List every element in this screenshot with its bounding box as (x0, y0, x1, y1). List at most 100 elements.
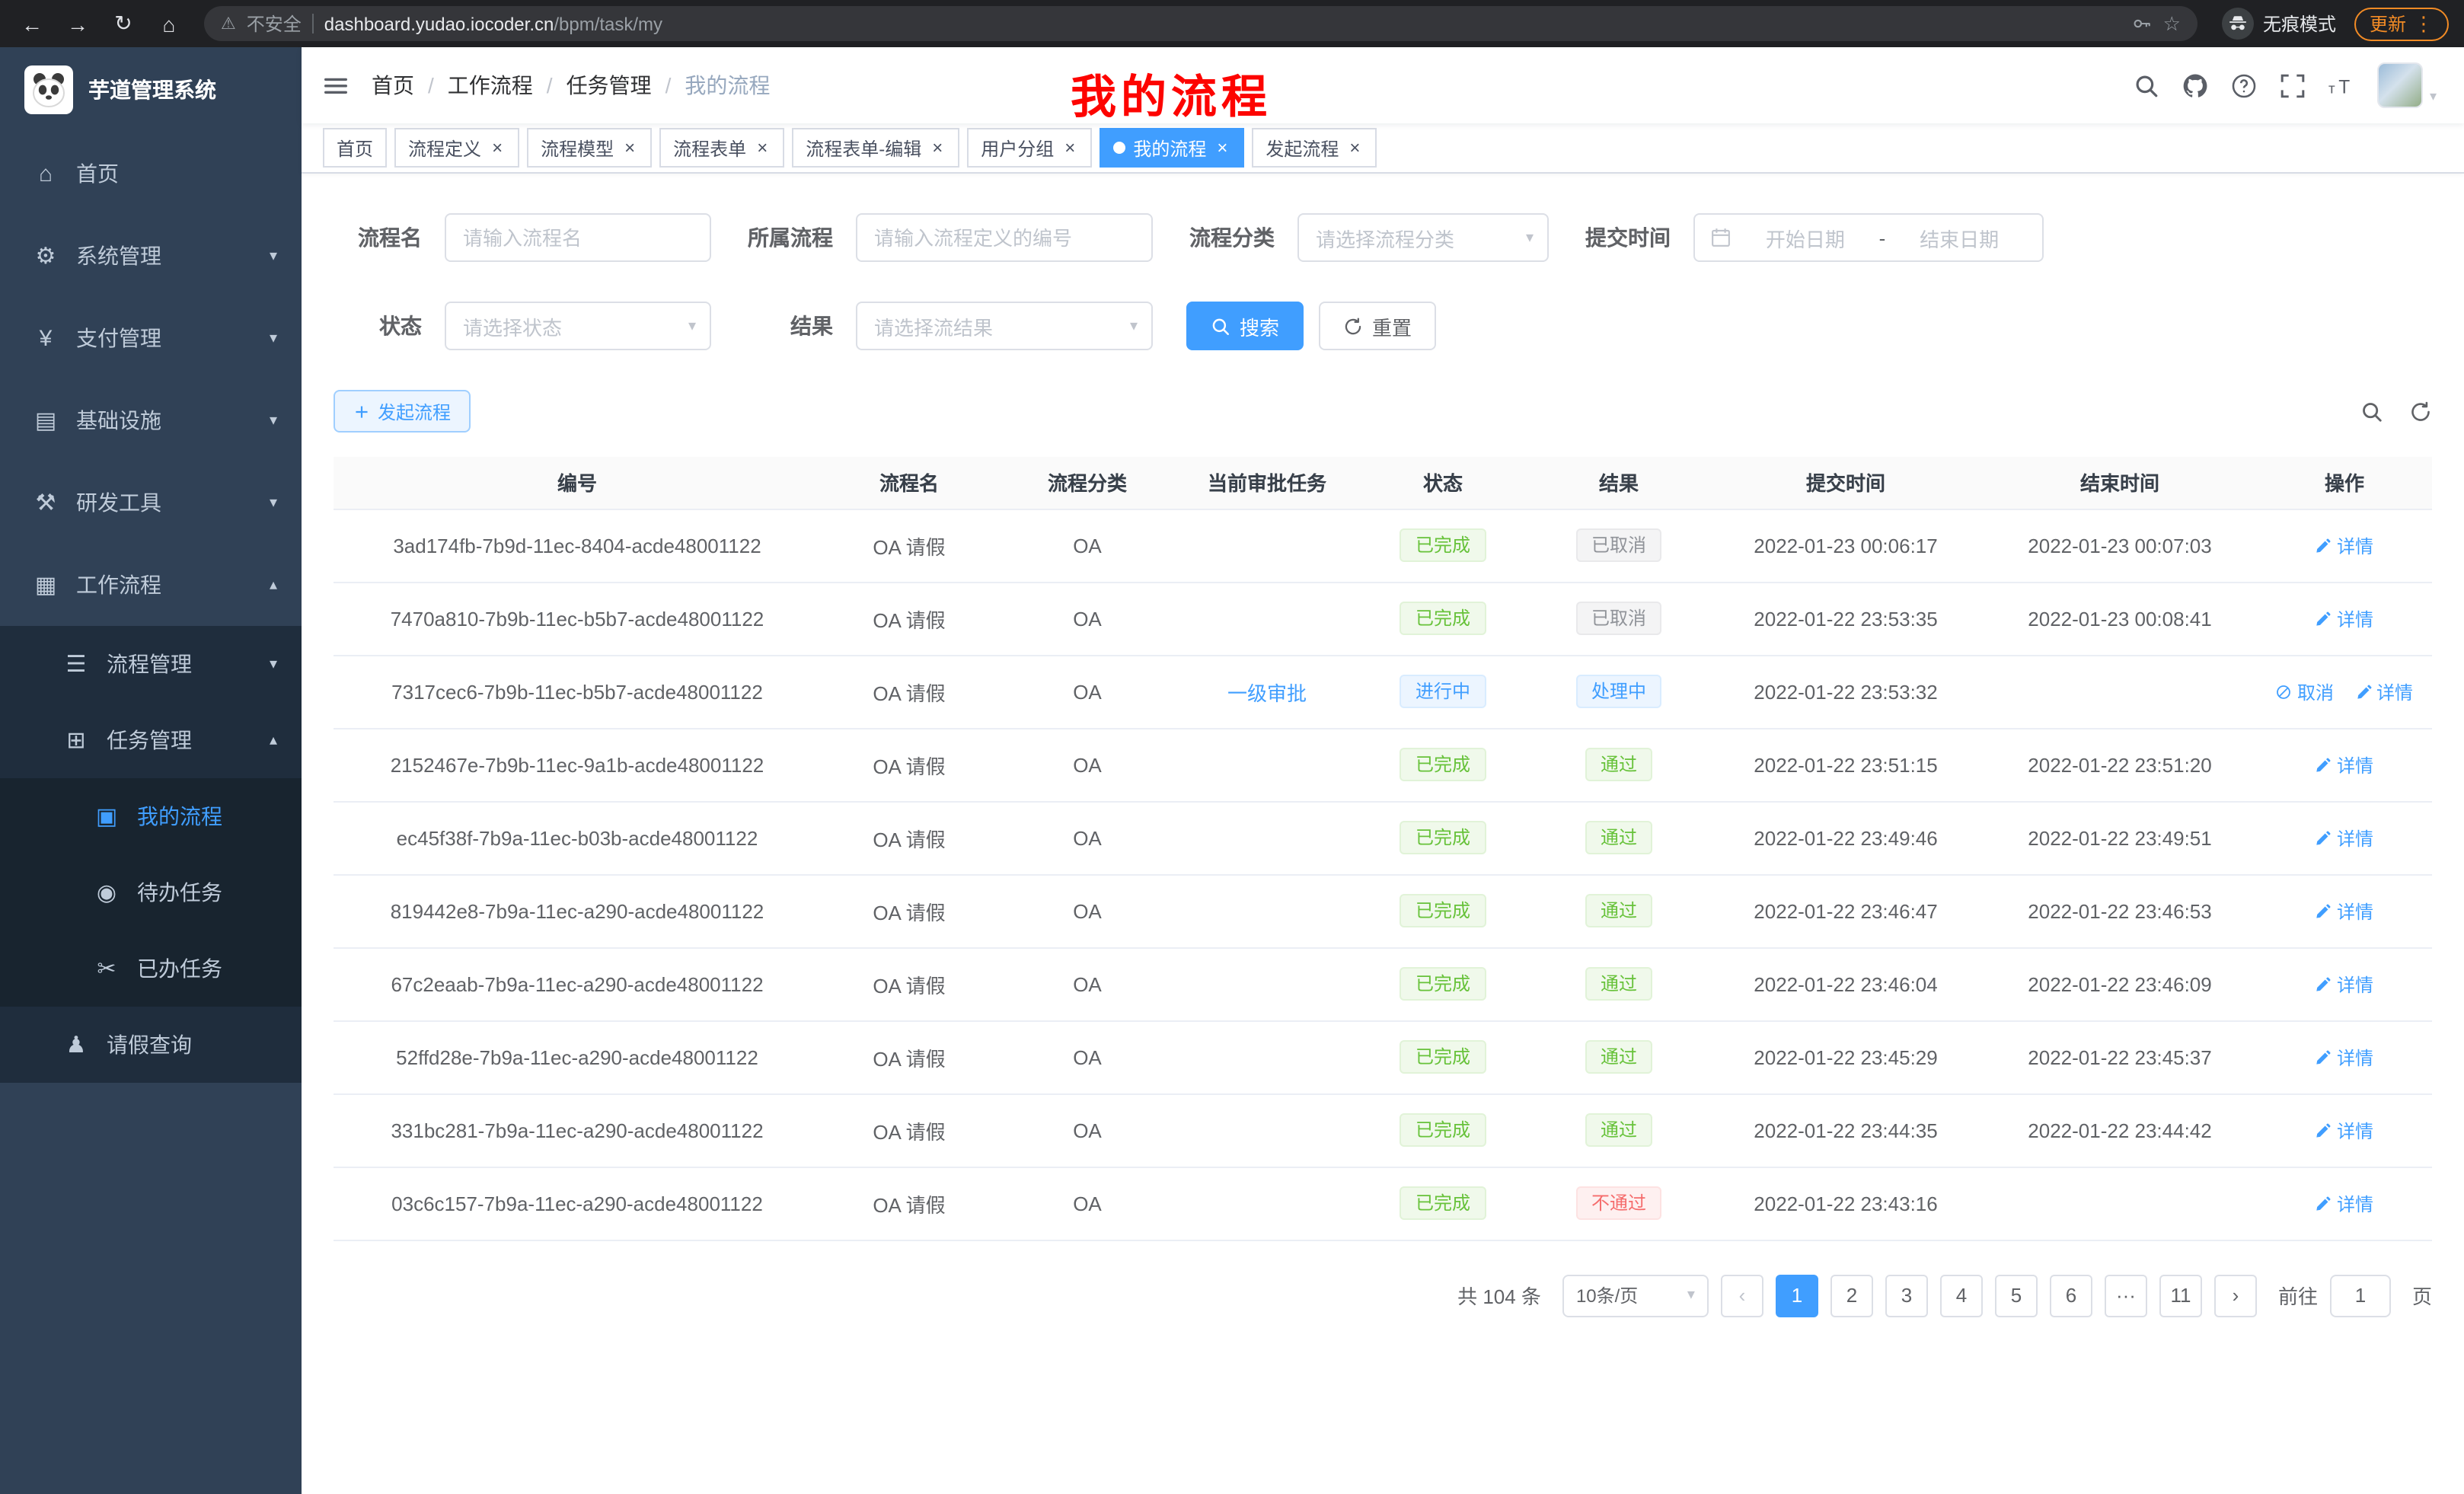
page-button-5[interactable]: 5 (1995, 1274, 2038, 1317)
close-icon[interactable]: × (621, 137, 638, 158)
cell-process-name: OA 请假 (821, 874, 997, 947)
detail-link[interactable]: 详情 (2316, 1190, 2373, 1216)
search-button[interactable]: 搜索 (1186, 302, 1304, 350)
sidebar-item-home[interactable]: ⌂首页 (0, 132, 302, 215)
cell-process-name: OA 请假 (821, 1167, 997, 1240)
user-avatar[interactable]: ▾ (2378, 62, 2437, 108)
filter-category: 流程分类 请选择流程分类 ▾ (1186, 213, 1549, 262)
table-row: 7317cec6-7b9b-11ec-b5b7-acde48001122OA 请… (334, 655, 2432, 728)
detail-link[interactable]: 详情 (2316, 532, 2373, 558)
close-icon[interactable]: × (754, 137, 771, 158)
breadcrumb-item[interactable]: 工作流程 (448, 70, 533, 101)
tab-process-form[interactable]: 流程表单× (659, 128, 784, 168)
end-date-placeholder[interactable]: 结束日期 (1891, 223, 2027, 252)
close-icon[interactable]: × (1214, 137, 1230, 158)
detail-link[interactable]: 详情 (2316, 898, 2373, 924)
status-badge: 已完成 (1400, 821, 1486, 854)
tab-start-process[interactable]: 发起流程× (1252, 128, 1377, 168)
sidebar-item-leave-query[interactable]: ♟请假查询 (0, 1007, 302, 1083)
page-size-select[interactable]: 10条/页▾ (1562, 1274, 1709, 1317)
more-pages-button[interactable]: ··· (2105, 1274, 2147, 1317)
detail-link[interactable]: 详情 (2316, 971, 2373, 997)
prev-page-button[interactable]: ‹ (1721, 1274, 1763, 1317)
process-key-input[interactable] (856, 213, 1153, 262)
reload-icon[interactable]: ↻ (107, 7, 140, 40)
sidebar-item-payment[interactable]: ¥支付管理▾ (0, 297, 302, 379)
result-select[interactable]: 请选择流结果 ▾ (856, 302, 1153, 350)
process-name-input[interactable] (445, 213, 711, 262)
detail-link[interactable]: 详情 (2316, 752, 2373, 777)
detail-link[interactable]: 详情 (2316, 825, 2373, 851)
tab-process-definition[interactable]: 流程定义× (394, 128, 519, 168)
sidebar-item-workflow[interactable]: ▦工作流程▴ (0, 544, 302, 626)
app-logo[interactable]: 芋道管理系统 (0, 47, 302, 132)
chevron-down-icon: ▾ (270, 494, 277, 511)
tab-process-model[interactable]: 流程模型× (527, 128, 652, 168)
security-label[interactable]: 不安全 (247, 11, 302, 37)
detail-link[interactable]: 详情 (2316, 1044, 2373, 1070)
sidebar-item-done-task[interactable]: ✂已办任务 (0, 931, 302, 1007)
address-bar[interactable]: ⚠ 不安全 dashboard.yudao.iocoder.cn/bpm/tas… (204, 6, 2197, 41)
search-icon[interactable] (2134, 72, 2160, 98)
update-button[interactable]: 更新 ⋮ (2354, 7, 2449, 40)
page-button-4[interactable]: 4 (1940, 1274, 1983, 1317)
sidebar-item-todo-task[interactable]: ◉待办任务 (0, 854, 302, 931)
sidebar-item-my-process[interactable]: ▣我的流程 (0, 778, 302, 854)
browser-home-icon[interactable]: ⌂ (152, 7, 186, 40)
goto-page-input[interactable] (2330, 1274, 2391, 1317)
category-select[interactable]: 请选择流程分类 ▾ (1297, 213, 1549, 262)
refresh-table-button[interactable] (2409, 400, 2432, 423)
field-label: 所属流程 (745, 222, 833, 253)
cell-category: OA (997, 1093, 1177, 1167)
reset-button[interactable]: 重置 (1319, 302, 1436, 350)
sidebar-item-devtools[interactable]: ⚒研发工具▾ (0, 461, 302, 544)
action-label: 详情 (2337, 825, 2373, 851)
close-icon[interactable]: × (1346, 137, 1363, 158)
menu-dots-icon[interactable]: ⋮ (2414, 11, 2434, 36)
page-button-11[interactable]: 11 (2159, 1274, 2202, 1317)
page-button-3[interactable]: 3 (1885, 1274, 1928, 1317)
fullscreen-icon[interactable] (2280, 72, 2306, 98)
detail-link[interactable]: 详情 (2355, 678, 2413, 704)
forward-icon[interactable]: → (61, 7, 94, 40)
create-process-button[interactable]: 发起流程 (334, 390, 471, 433)
infra-icon: ▤ (30, 407, 61, 434)
sidebar-item-task-management[interactable]: ⊞任务管理▴ (0, 702, 302, 778)
help-icon[interactable] (2232, 72, 2258, 98)
current-task-link[interactable]: 一级审批 (1227, 682, 1307, 704)
breadcrumb-item[interactable]: 任务管理 (567, 70, 652, 101)
tab-user-group[interactable]: 用户分组× (967, 128, 1092, 168)
status-select[interactable]: 请选择状态 ▾ (445, 302, 711, 350)
github-icon[interactable] (2183, 72, 2209, 98)
sidebar-item-process-management[interactable]: ☰流程管理▾ (0, 626, 302, 702)
back-icon[interactable]: ← (15, 7, 49, 40)
close-icon[interactable]: × (1061, 137, 1078, 158)
page-button-6[interactable]: 6 (2050, 1274, 2092, 1317)
sidebar-item-label: 系统管理 (76, 241, 302, 271)
start-date-placeholder[interactable]: 开始日期 (1738, 223, 1873, 252)
hamburger-icon[interactable] (323, 74, 349, 97)
cell-id: 819442e8-7b9a-11ec-a290-acde48001122 (334, 874, 821, 947)
close-icon[interactable]: × (489, 137, 506, 158)
cancel-link[interactable]: 取消 (2276, 678, 2334, 704)
page-button-2[interactable]: 2 (1830, 1274, 1873, 1317)
detail-link[interactable]: 详情 (2316, 605, 2373, 631)
cell-submit-time: 2022-01-22 23:53:32 (1709, 655, 1983, 728)
sidebar-item-system[interactable]: ⚙系统管理▾ (0, 215, 302, 297)
breadcrumb-item[interactable]: 首页 (372, 70, 414, 101)
tab-home[interactable]: 首页 (323, 128, 387, 168)
key-icon[interactable] (2133, 14, 2153, 34)
font-size-icon[interactable]: тT (2329, 72, 2355, 98)
page-button-1[interactable]: 1 (1776, 1274, 1818, 1317)
bookmark-star-icon[interactable]: ☆ (2163, 11, 2181, 36)
tab-my-process[interactable]: 我的流程× (1100, 128, 1244, 168)
close-icon[interactable]: × (929, 137, 946, 158)
tab-process-form-edit[interactable]: 流程表单-编辑× (792, 128, 959, 168)
chevron-down-icon: ▾ (270, 656, 277, 672)
detail-link[interactable]: 详情 (2316, 1117, 2373, 1143)
search-toggle-button[interactable] (2360, 400, 2383, 423)
date-range-picker[interactable]: 开始日期 - 结束日期 (1693, 213, 2044, 262)
sidebar-item-infrastructure[interactable]: ▤基础设施▾ (0, 379, 302, 461)
sidebar: 芋道管理系统 ⌂首页⚙系统管理▾¥支付管理▾▤基础设施▾⚒研发工具▾▦工作流程▴… (0, 47, 302, 1494)
next-page-button[interactable]: › (2214, 1274, 2257, 1317)
